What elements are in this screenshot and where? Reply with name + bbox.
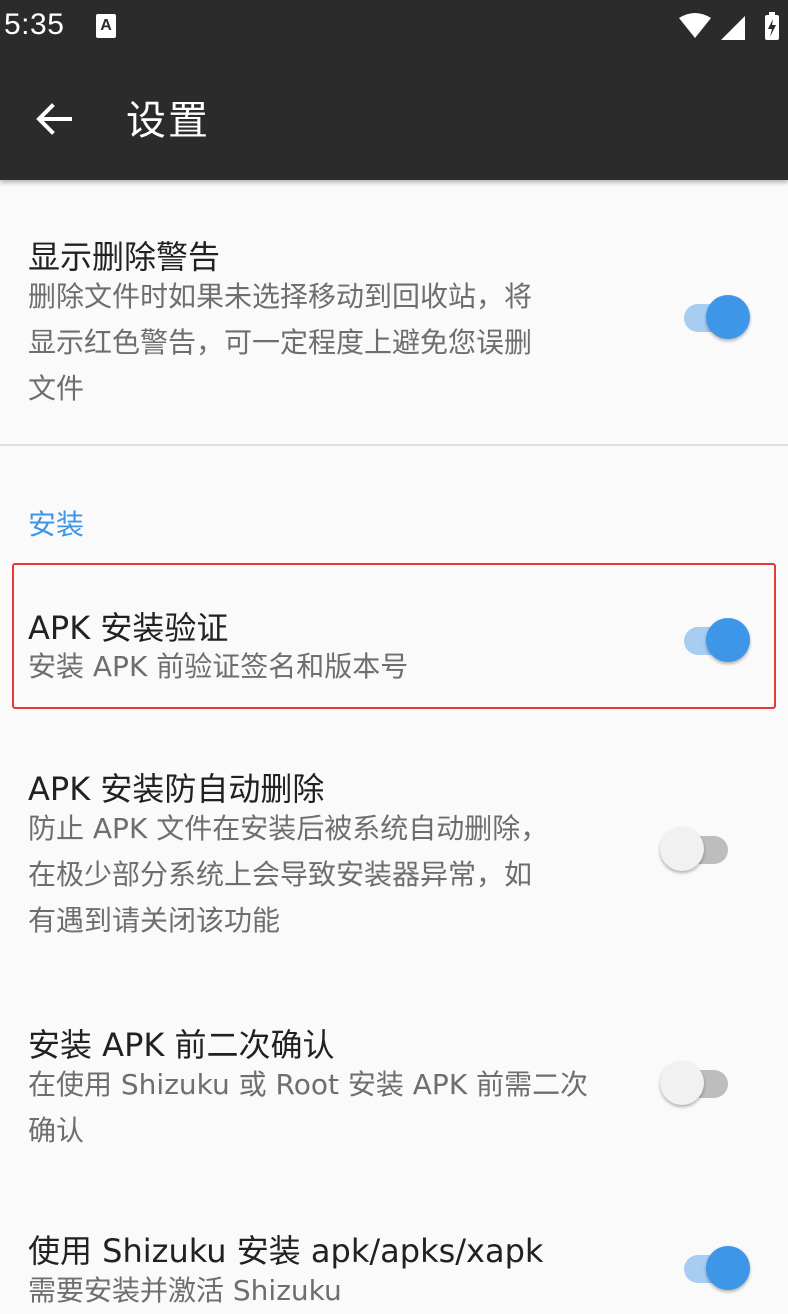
switch-thumb <box>706 618 750 662</box>
notification-icon: A <box>96 14 116 38</box>
pref-summary: 确认 <box>28 1114 85 1147</box>
status-time: 5:35 <box>4 8 65 41</box>
pref-summary: 安装 APK 前验证签名和版本号 <box>28 650 409 683</box>
pref-summary: 有遇到请关闭该功能 <box>28 904 281 937</box>
switch-thumb <box>706 1246 750 1290</box>
switch-thumb <box>660 1061 704 1105</box>
page-title: 设置 <box>126 98 210 144</box>
category-header: 安装 <box>28 508 85 541</box>
pref-apk-prevent-auto-delete[interactable]: APK 安装防自动删除 防止 APK 文件在安装后被系统自动删除， 在极少部分系… <box>0 740 788 960</box>
app-bar: 设置 <box>0 56 788 180</box>
toggle-switch[interactable] <box>676 616 752 666</box>
pref-summary: 防止 APK 文件在安装后被系统自动删除， <box>28 812 549 845</box>
pref-summary: 文件 <box>28 372 85 405</box>
divider <box>0 444 788 446</box>
pref-shizuku-install[interactable]: 使用 Shizuku 安装 apk/apks/xapk 需要安装并激活 Shiz… <box>0 1210 788 1307</box>
status-bar: 5:35 A <box>0 0 788 56</box>
battery-charging-icon <box>765 12 779 40</box>
toggle-switch[interactable] <box>660 825 736 875</box>
pref-title: 安装 APK 前二次确认 <box>28 1026 335 1064</box>
toggle-switch[interactable] <box>676 293 752 343</box>
status-icons <box>678 12 782 44</box>
toggle-switch[interactable] <box>676 1244 752 1294</box>
pref-apk-install-verify[interactable]: APK 安装验证 安装 APK 前验证签名和版本号 <box>0 565 788 707</box>
pref-summary: 显示红色警告，可一定程度上避免您误删 <box>28 326 533 359</box>
arrow-left-icon[interactable] <box>32 98 74 140</box>
pref-summary: 在使用 Shizuku 或 Root 安装 APK 前需二次 <box>28 1068 589 1101</box>
switch-thumb <box>660 827 704 871</box>
pref-title: APK 安装验证 <box>28 609 229 647</box>
pref-install-double-confirm[interactable]: 安装 APK 前二次确认 在使用 Shizuku 或 Root 安装 APK 前… <box>0 1000 788 1170</box>
pref-title: 显示删除警告 <box>28 238 221 276</box>
switch-thumb <box>706 295 750 339</box>
pref-summary: 删除文件时如果未选择移动到回收站，将 <box>28 280 533 313</box>
toggle-switch[interactable] <box>660 1059 736 1109</box>
pref-show-delete-warning[interactable]: 显示删除警告 删除文件时如果未选择移动到回收站，将 显示红色警告，可一定程度上避… <box>0 180 788 444</box>
pref-title: 使用 Shizuku 安装 apk/apks/xapk <box>28 1232 544 1270</box>
signal-icon <box>720 16 745 40</box>
wifi-icon <box>678 13 711 38</box>
pref-summary: 在极少部分系统上会导致安装器异常，如 <box>28 858 533 891</box>
pref-title: APK 安装防自动删除 <box>28 770 325 808</box>
pref-summary: 需要安装并激活 Shizuku <box>28 1274 342 1307</box>
